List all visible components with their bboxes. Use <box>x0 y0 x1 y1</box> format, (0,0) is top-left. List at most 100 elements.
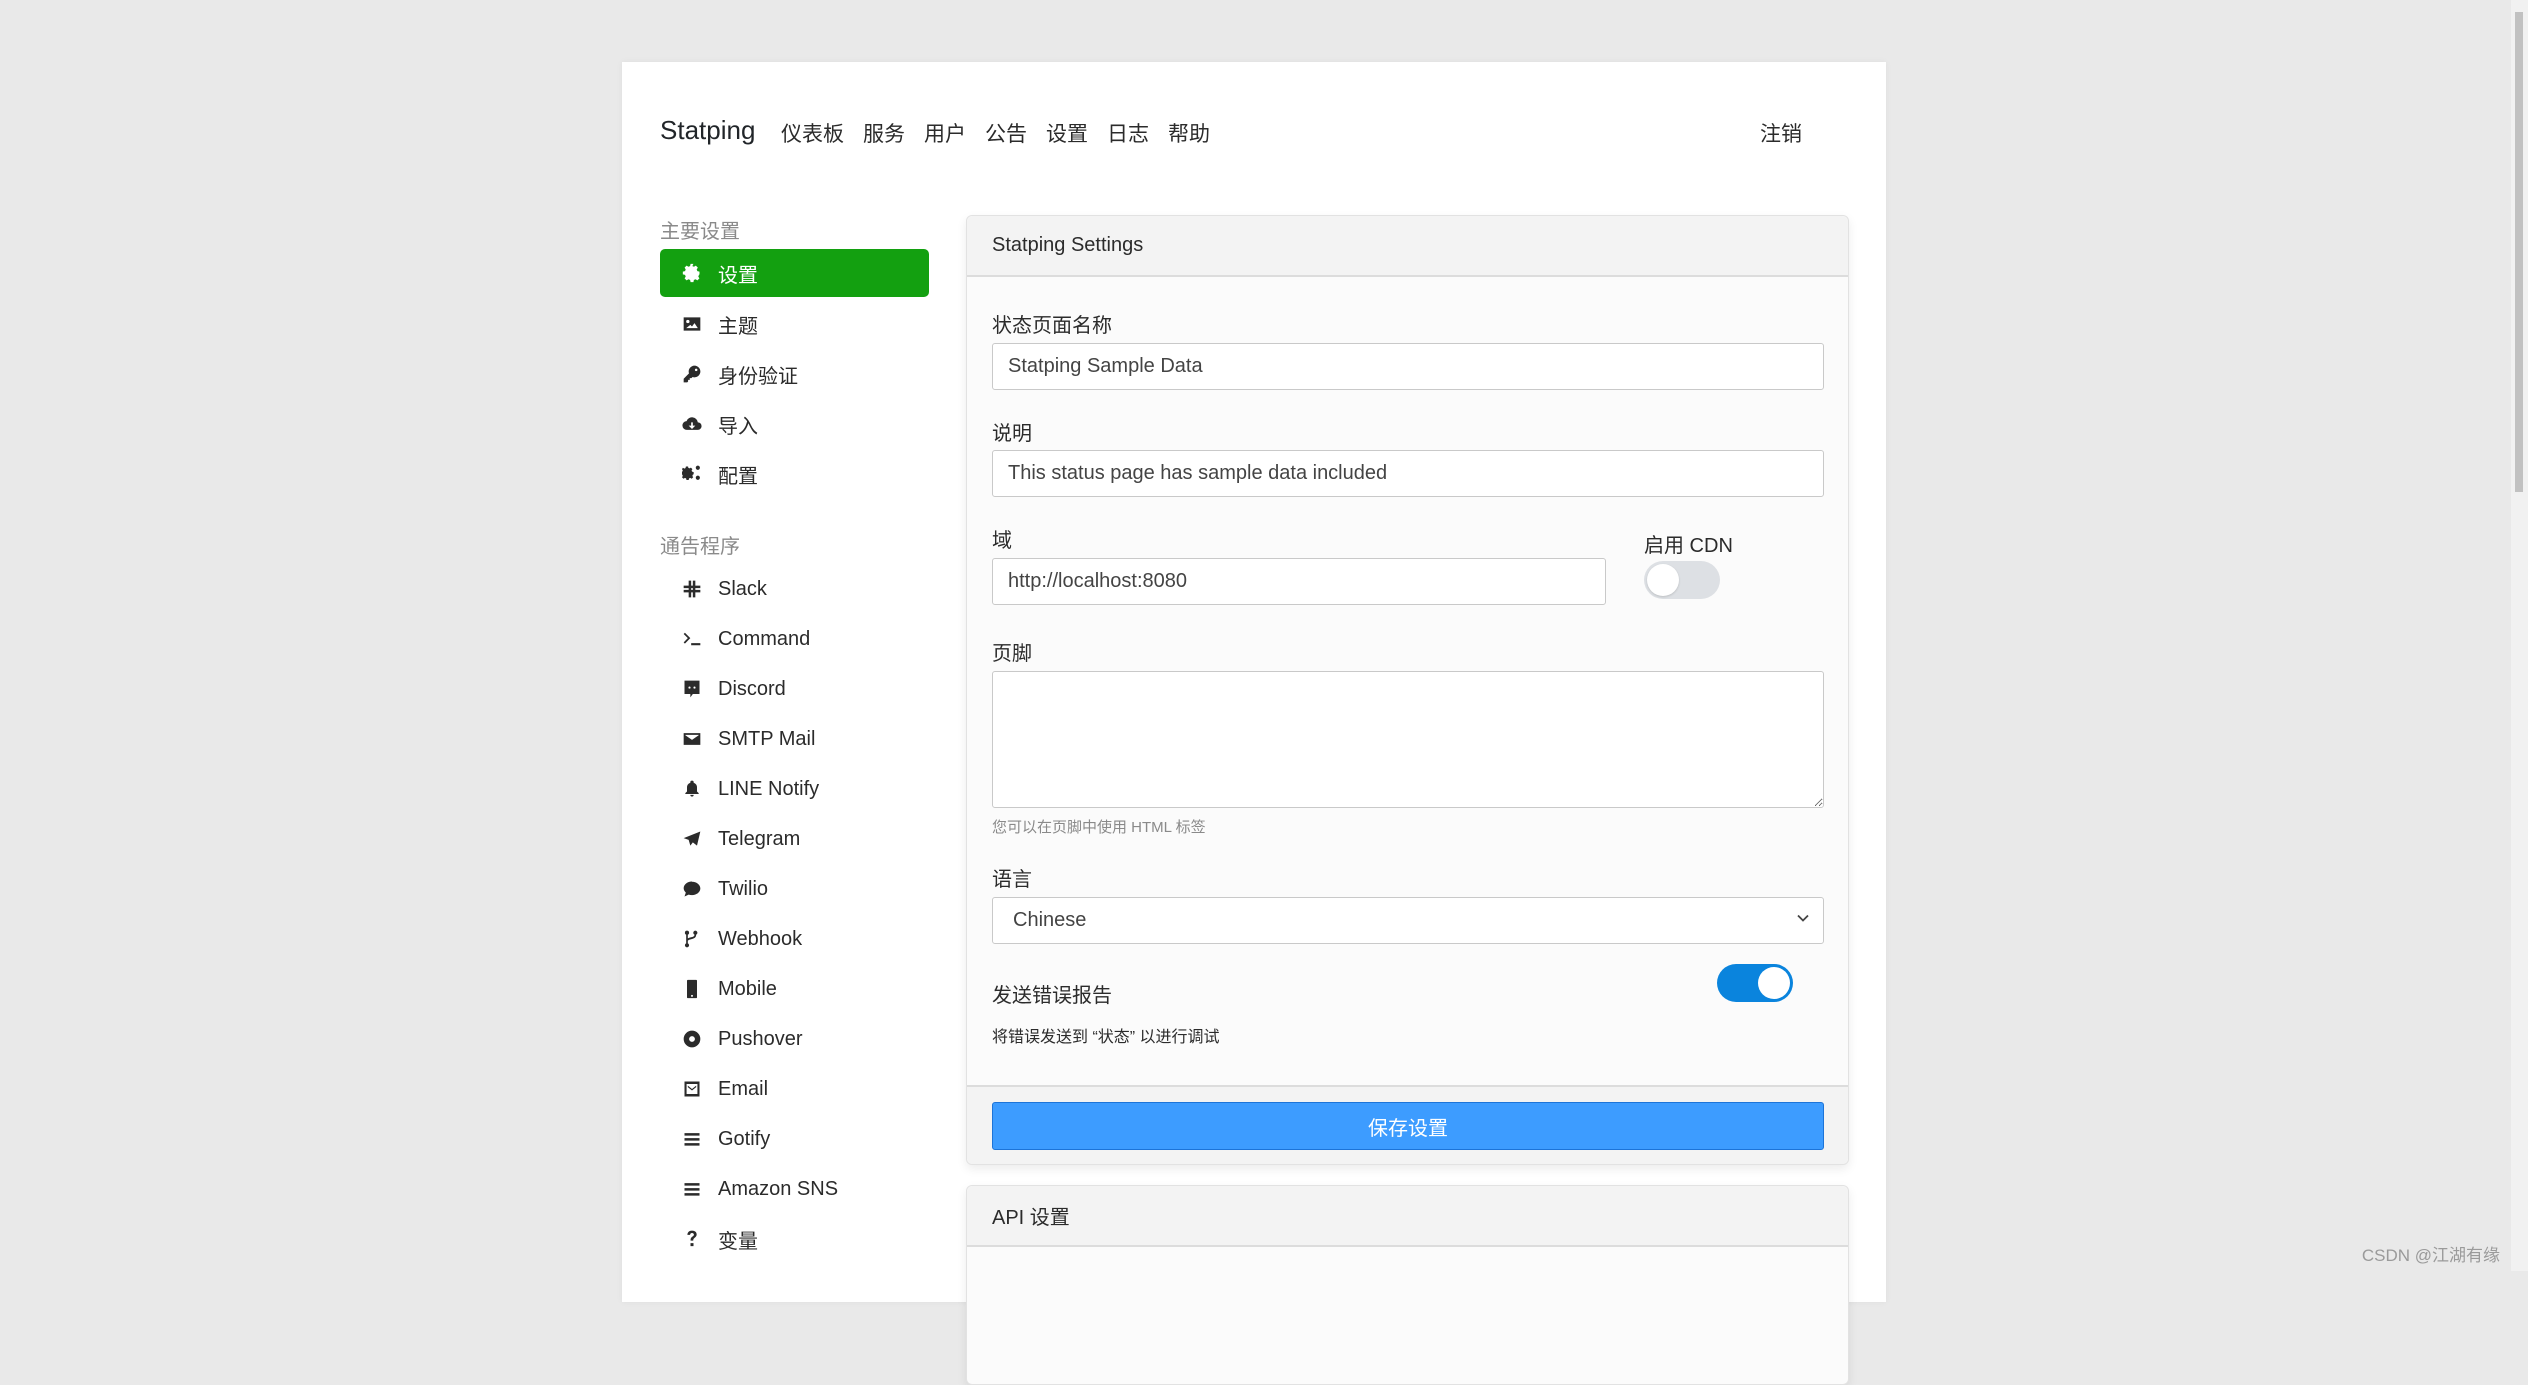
api-settings-card: API 设置 <box>966 1185 1849 1385</box>
sidebar-item-discord[interactable]: Discord <box>660 665 929 713</box>
sidebar-item-label: Webhook <box>718 927 803 950</box>
toggle-knob <box>1647 564 1679 596</box>
nav-services[interactable]: 服务 <box>863 118 905 148</box>
sidebar-item-label: Amazon SNS <box>718 1177 839 1200</box>
footer-help-text: 您可以在页脚中使用 HTML 标签 <box>992 819 1206 836</box>
sidebar-item-label: Twilio <box>718 877 769 900</box>
dot-circle-icon <box>680 1027 704 1051</box>
sidebar-item-label: Mobile <box>718 977 777 1000</box>
cdn-toggle[interactable] <box>1644 561 1720 599</box>
settings-card-header: Statping Settings <box>967 216 1848 277</box>
sidebar-item-import[interactable]: 导入 <box>660 400 929 448</box>
top-nav: 仪表板 服务 用户 公告 设置 日志 帮助 <box>781 118 1229 148</box>
sidebar-item-label: SMTP Mail <box>718 727 816 750</box>
question-icon <box>680 1227 704 1251</box>
sidebar-item-command[interactable]: Command <box>660 615 929 663</box>
error-report-label: 发送错误报告 <box>992 985 1112 1007</box>
brand-logo[interactable]: Statping <box>660 115 755 146</box>
logout-link[interactable]: 注销 <box>1760 118 1802 148</box>
sidebar-item-amazon-sns[interactable]: Amazon SNS <box>660 1165 929 1213</box>
sidebar-item-telegram[interactable]: Telegram <box>660 815 929 863</box>
language-label: 语言 <box>992 869 1032 891</box>
sidebar-item-label: Telegram <box>718 827 801 850</box>
sidebar-item-label: Command <box>718 627 811 650</box>
sidebar-item-label: Discord <box>718 677 786 700</box>
sidebar-item-pushover[interactable]: Pushover <box>660 1015 929 1063</box>
description-label: 说明 <box>992 423 1032 445</box>
nav-dashboard[interactable]: 仪表板 <box>781 118 844 148</box>
toggle-knob <box>1758 967 1790 999</box>
sidebar-item-config[interactable]: 配置 <box>660 450 929 498</box>
description-input[interactable]: This status page has sample data include… <box>992 450 1824 497</box>
image-icon <box>680 312 704 336</box>
language-selected-value: Chinese <box>1013 909 1087 931</box>
settings-card-title: Statping Settings <box>992 234 1144 256</box>
telegram-icon <box>680 827 704 851</box>
envelope-icon <box>680 727 704 751</box>
gear-icon <box>680 261 704 285</box>
footer-textarea[interactable] <box>992 671 1824 808</box>
footer-label: 页脚 <box>992 643 1032 665</box>
key-icon <box>680 362 704 386</box>
watermark: CSDN @江湖有缘 <box>2361 1246 2500 1265</box>
mobile-icon <box>680 977 704 1001</box>
bell-icon <box>680 777 704 801</box>
sidebar-heading-main: 主要设置 <box>660 221 740 243</box>
nav-announcements[interactable]: 公告 <box>985 118 1027 148</box>
domain-label: 域 <box>992 530 1012 552</box>
bars-icon <box>680 1127 704 1151</box>
bars-icon <box>680 1177 704 1201</box>
cloud-download-icon <box>680 412 704 436</box>
sidebar-item-settings[interactable]: 设置 <box>660 249 929 297</box>
sidebar-item-mobile[interactable]: Mobile <box>660 965 929 1013</box>
sidebar-item-label: 设置 <box>718 264 758 287</box>
status-page-name-label: 状态页面名称 <box>992 315 1112 337</box>
sidebar-item-webhook[interactable]: Webhook <box>660 915 929 963</box>
code-branch-icon <box>680 927 704 951</box>
sidebar-item-smtp-mail[interactable]: SMTP Mail <box>660 715 929 763</box>
page-container: Statping 仪表板 服务 用户 公告 设置 日志 帮助 注销 主要设置 设… <box>622 62 1886 1385</box>
api-card-header: API 设置 <box>967 1186 1848 1247</box>
sidebar-item-theme[interactable]: 主题 <box>660 300 929 348</box>
page-scrollbar[interactable] <box>2511 0 2528 1271</box>
scrollbar-thumb[interactable] <box>2515 12 2523 492</box>
error-report-help-text: 将错误发送到 “状态” 以进行调试 <box>992 1029 1220 1046</box>
nav-help[interactable]: 帮助 <box>1168 118 1210 148</box>
sidebar-item-label: 变量 <box>718 1230 758 1253</box>
domain-input[interactable]: http://localhost:8080 <box>992 558 1606 605</box>
sidebar-item-line-notify[interactable]: LINE Notify <box>660 765 929 813</box>
sidebar-item-label: 身份验证 <box>718 365 798 388</box>
language-select[interactable]: Chinese <box>992 897 1824 944</box>
sidebar-item-slack[interactable]: Slack <box>660 565 929 613</box>
sidebar-item-gotify[interactable]: Gotify <box>660 1115 929 1163</box>
api-card-title: API 设置 <box>992 1207 1070 1229</box>
terminal-icon <box>680 627 704 651</box>
sidebar-item-label: 主题 <box>718 315 758 338</box>
sidebar-item-label: Slack <box>718 577 767 600</box>
nav-settings[interactable]: 设置 <box>1046 118 1088 148</box>
settings-card-footer: 保存设置 <box>967 1085 1848 1164</box>
envelope-square-icon <box>680 1077 704 1101</box>
sidebar-item-label: Pushover <box>718 1027 803 1050</box>
comment-icon <box>680 877 704 901</box>
sidebar-item-authentication[interactable]: 身份验证 <box>660 350 929 398</box>
error-report-toggle[interactable] <box>1717 964 1793 1002</box>
sidebar-item-label: LINE Notify <box>718 777 820 800</box>
cdn-label: 启用 CDN <box>1644 535 1733 557</box>
slack-icon <box>680 577 704 601</box>
sidebar-heading-notifiers: 通告程序 <box>660 536 740 558</box>
sidebar-item-label: Gotify <box>718 1127 771 1150</box>
status-page-name-input[interactable]: Statping Sample Data <box>992 343 1824 390</box>
settings-card: Statping Settings 状态页面名称 Statping Sample… <box>966 215 1849 1165</box>
chevron-down-icon <box>1797 914 1809 922</box>
cogs-icon <box>680 462 704 486</box>
sidebar-item-variables[interactable]: 变量 <box>660 1215 929 1263</box>
nav-logs[interactable]: 日志 <box>1107 118 1149 148</box>
nav-users[interactable]: 用户 <box>924 118 966 148</box>
sidebar-item-label: Email <box>718 1077 769 1100</box>
sidebar-item-email[interactable]: Email <box>660 1065 929 1113</box>
save-settings-button[interactable]: 保存设置 <box>992 1102 1824 1150</box>
sidebar-item-twilio[interactable]: Twilio <box>660 865 929 913</box>
sidebar-item-label: 导入 <box>718 415 758 438</box>
discord-icon <box>680 677 704 701</box>
